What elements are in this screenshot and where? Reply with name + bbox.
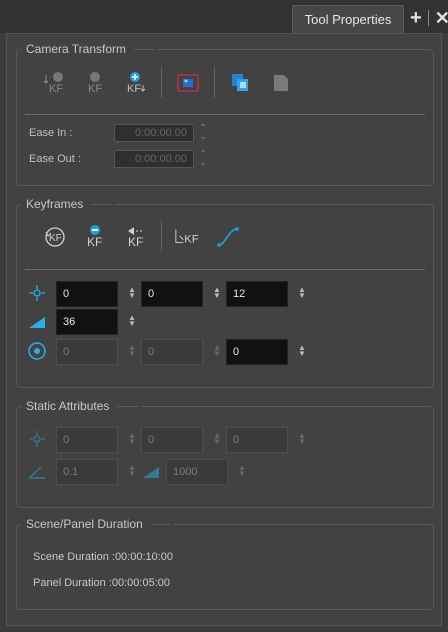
scene-duration-value: 00:00:10:00 xyxy=(114,551,174,563)
remove-keyframe-icon[interactable]: KF xyxy=(81,222,109,250)
keyframes-group: Keyframes KF KF KF KF 0 ▲ ▼ 0 ▲ ▼ 12 ▲ ▼… xyxy=(16,197,434,388)
keyframe-angle-field[interactable]: 36 xyxy=(56,309,118,335)
keyframe-position-z-spinner[interactable]: ▲ ▼ xyxy=(298,286,306,300)
previous-keyframe-icon[interactable]: KF xyxy=(121,222,149,250)
keyframe-position-y-field[interactable]: 0 xyxy=(141,281,203,307)
keyframe-position-x-field[interactable]: 0 xyxy=(56,281,118,307)
ease-out-label: Ease Out : xyxy=(29,153,81,165)
position-icon xyxy=(27,283,47,303)
keyframe-position-z-field[interactable]: 12 xyxy=(226,281,288,307)
static-position-y-field[interactable]: 0 xyxy=(141,427,203,453)
close-panel-icon[interactable]: ✕ xyxy=(435,9,448,27)
panel-duration-label: Panel Duration : xyxy=(33,577,112,589)
skew-spinner[interactable]: ▲ ▼ xyxy=(128,464,136,478)
reset-keyframe-icon[interactable]: KF xyxy=(41,222,69,250)
smooth-segment-icon[interactable] xyxy=(214,222,242,250)
static-attributes-group: Static Attributes 0 ▲ ▼ 0 ▲ ▼ 0 ▲ ▼ 0.1 ▲ ▼ … xyxy=(16,399,434,508)
keyframe-position-y-spinner[interactable]: ▲ ▼ xyxy=(213,286,221,300)
scene-duration-label: Scene Duration : xyxy=(33,551,115,563)
svg-text:KF: KF xyxy=(184,234,198,246)
toolbar-separator xyxy=(161,221,162,251)
ease-out-spinner[interactable]: ⌃ ⌄ xyxy=(199,150,207,168)
tab-tool-properties[interactable]: Tool Properties xyxy=(292,5,404,33)
tab-label: Tool Properties xyxy=(304,12,392,27)
static-position-x-spinner[interactable]: ▲ ▼ xyxy=(128,432,136,446)
ease-in-label: Ease In : xyxy=(29,127,73,139)
keyframe-angle-spinner[interactable]: ▲ ▼ xyxy=(128,314,136,328)
angle-icon xyxy=(27,312,47,332)
keyframe-scale-y-field[interactable]: 0 xyxy=(141,339,203,365)
copy-camera-icon[interactable] xyxy=(227,69,255,97)
toolbar-separator xyxy=(161,68,162,98)
scene-duration-row: Scene Duration :00:00:10:00 xyxy=(33,551,173,563)
keyframe-icon[interactable]: KF xyxy=(81,69,109,97)
camera-frame-icon[interactable] xyxy=(174,69,202,97)
toolbar-separator xyxy=(214,68,215,98)
svg-text:KF: KF xyxy=(49,83,63,95)
ease-in-field[interactable]: 0:00:00.00 xyxy=(114,124,194,142)
duration-group: Scene/Panel Duration Scene Duration :00:… xyxy=(16,517,434,610)
static-position-z-field[interactable]: 0 xyxy=(226,427,288,453)
static-position-icon xyxy=(27,429,47,449)
panel-duration-value: 00:00:05:00 xyxy=(111,577,171,589)
tool-properties-panel: Camera Transform KF KF KF Ease In: 0:00… xyxy=(6,33,442,626)
skew-field[interactable]: 0.1 xyxy=(56,459,118,485)
tab-icon-separator xyxy=(427,10,429,26)
add-keyframe-icon[interactable]: KF xyxy=(41,69,69,97)
svg-text:KF: KF xyxy=(127,83,141,95)
skew-icon xyxy=(27,462,47,482)
static-position-z-spinner[interactable]: ▲ ▼ xyxy=(298,432,306,446)
ease-out-field[interactable]: 0:00:00.00 xyxy=(114,150,194,168)
svg-text:KF: KF xyxy=(49,233,62,244)
keyframes-title: Keyframes xyxy=(26,197,84,211)
paste-camera-icon[interactable] xyxy=(267,69,295,97)
ease-in-spinner[interactable]: ⌃ ⌄ xyxy=(199,124,207,142)
panel-duration-row: Panel Duration :00:00:05:00 xyxy=(33,577,170,589)
keyframe-scale-z-field[interactable]: 0 xyxy=(226,339,288,365)
duration-title: Scene/Panel Duration xyxy=(26,517,143,531)
static-attributes-title: Static Attributes xyxy=(26,399,110,413)
svg-text:KF: KF xyxy=(128,235,143,249)
static-position-y-spinner[interactable]: ▲ ▼ xyxy=(213,432,221,446)
set-keyframe-icon[interactable]: KF xyxy=(121,69,149,97)
scale-icon xyxy=(27,341,47,361)
keyframe-scale-x-field[interactable]: 0 xyxy=(56,339,118,365)
keyframe-position-x-spinner[interactable]: ▲ ▼ xyxy=(128,286,136,300)
keyframe-scale-z-spinner[interactable]: ▲ ▼ xyxy=(298,344,306,358)
fov-icon xyxy=(141,462,161,482)
camera-transform-group: Camera Transform KF KF KF Ease In: 0:00… xyxy=(16,42,434,186)
keyframe-scale-x-spinner[interactable]: ▲ ▼ xyxy=(128,344,136,358)
svg-text:KF: KF xyxy=(87,235,102,249)
fov-field[interactable]: 1000 xyxy=(166,459,228,485)
section-divider xyxy=(25,269,425,270)
camera-transform-title: Camera Transform xyxy=(26,42,127,56)
fov-spinner[interactable]: ▲ ▼ xyxy=(238,464,246,478)
add-tab-icon[interactable]: + xyxy=(410,8,422,28)
keyframe-scale-y-spinner[interactable]: ▲ ▼ xyxy=(213,344,221,358)
static-position-x-field[interactable]: 0 xyxy=(56,427,118,453)
panel-tab-bar: Tool Properties + ✕ xyxy=(0,0,448,33)
constant-segment-icon[interactable]: KF xyxy=(174,222,202,250)
section-divider xyxy=(25,114,425,115)
svg-text:KF: KF xyxy=(88,83,102,95)
